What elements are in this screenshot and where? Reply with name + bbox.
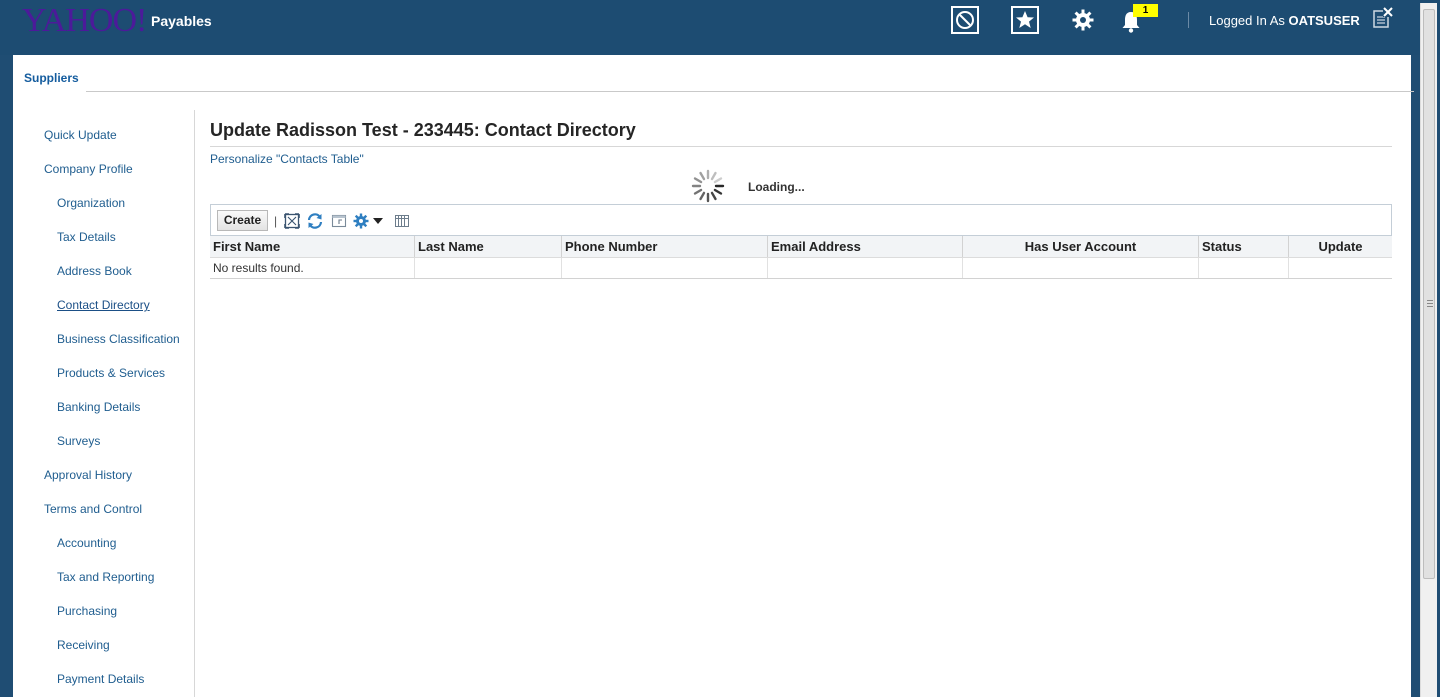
yahoo-logo: YAHOO! <box>22 2 147 39</box>
table-header: First Name Last Name Phone Number Email … <box>210 236 1392 258</box>
refresh-icon[interactable] <box>306 212 324 230</box>
header-divider <box>1188 12 1189 28</box>
favorites-star-icon[interactable] <box>1011 6 1039 34</box>
nav-item-payment-details[interactable]: Payment Details <box>57 672 144 686</box>
column-header-last-name[interactable]: Last Name <box>415 236 562 257</box>
tab-divider <box>86 91 1414 92</box>
table-cell <box>963 258 1199 278</box>
username: OATSUSER <box>1288 13 1360 28</box>
nav-item-contact-directory[interactable]: Contact Directory <box>57 298 150 312</box>
nav-item-approval-history[interactable]: Approval History <box>44 468 132 482</box>
nav-item-address-book[interactable]: Address Book <box>57 264 132 278</box>
column-header-first-name[interactable]: First Name <box>210 236 415 257</box>
nav-item-receiving[interactable]: Receiving <box>57 638 110 652</box>
personalize-link[interactable]: Personalize "Contacts Table" <box>210 152 364 166</box>
spinner-spoke <box>710 191 717 201</box>
vertical-scrollbar[interactable] <box>1420 3 1437 697</box>
app-name: Payables <box>151 13 212 29</box>
nav-item-terms-and-control[interactable]: Terms and Control <box>44 502 142 516</box>
chevron-down-icon[interactable] <box>372 215 384 227</box>
tab-suppliers[interactable]: Suppliers <box>24 71 79 85</box>
view-columns-icon[interactable] <box>393 212 411 230</box>
signout-icon[interactable] <box>1369 4 1397 32</box>
nav-item-accounting[interactable]: Accounting <box>57 536 116 550</box>
empty-message: No results found. <box>210 258 415 278</box>
spinner-spoke <box>710 171 717 181</box>
column-header-update[interactable]: Update <box>1289 236 1392 257</box>
spinner-spoke <box>699 191 706 201</box>
nav-item-surveys[interactable]: Surveys <box>57 434 100 448</box>
app-header: YAHOO! Payables 1 Logged In As OATSUSER <box>0 0 1440 55</box>
spinner-spoke <box>713 188 723 195</box>
nav-item-banking-details[interactable]: Banking Details <box>57 400 140 414</box>
nav-item-company-profile[interactable]: Company Profile <box>44 162 133 176</box>
scrollbar-thumb[interactable] <box>1423 9 1435 579</box>
nav-item-purchasing[interactable]: Purchasing <box>57 604 117 618</box>
notification-count-badge[interactable]: 1 <box>1133 4 1158 17</box>
column-header-has-user-account[interactable]: Has User Account <box>963 236 1199 257</box>
nav-item-organization[interactable]: Organization <box>57 196 125 210</box>
table-cell <box>562 258 768 278</box>
nav-item-tax-and-reporting[interactable]: Tax and Reporting <box>57 570 154 584</box>
nav-item-quick-update[interactable]: Quick Update <box>44 128 117 142</box>
create-button[interactable]: Create <box>217 210 268 231</box>
logged-in-label: Logged In As OATSUSER <box>1209 13 1360 28</box>
title-divider <box>210 146 1392 147</box>
table-cell <box>415 258 562 278</box>
column-header-email-address[interactable]: Email Address <box>768 236 963 257</box>
contacts-table: First Name Last Name Phone Number Email … <box>210 236 1392 279</box>
compass-icon[interactable] <box>951 6 979 34</box>
table-cell <box>1289 258 1392 278</box>
export-icon[interactable] <box>330 212 348 230</box>
spinner-spoke <box>693 177 703 184</box>
nav-item-tax-details[interactable]: Tax Details <box>57 230 116 244</box>
loading-label: Loading... <box>748 180 805 194</box>
nav-item-products-services[interactable]: Products & Services <box>57 366 165 380</box>
table-row: No results found. <box>210 258 1392 279</box>
column-header-status[interactable]: Status <box>1199 236 1289 257</box>
loading-spinner-icon <box>691 169 725 203</box>
spinner-spoke <box>699 171 706 181</box>
settings-icon[interactable] <box>352 212 370 230</box>
scrollbar-grip-icon <box>1427 300 1433 307</box>
settings-gear-icon[interactable] <box>1069 6 1097 34</box>
toolbar-separator: | <box>274 214 278 228</box>
table-toolbar: Create | <box>210 204 1392 236</box>
logged-in-prefix: Logged In As <box>1209 13 1285 28</box>
spinner-spoke <box>713 177 723 184</box>
column-header-phone-number[interactable]: Phone Number <box>562 236 768 257</box>
detach-icon[interactable] <box>283 212 301 230</box>
nav-item-business-classification[interactable]: Business Classification <box>57 332 180 346</box>
table-cell <box>1199 258 1289 278</box>
spinner-spoke <box>693 188 703 195</box>
table-cell <box>768 258 963 278</box>
page-title: Update Radisson Test - 233445: Contact D… <box>210 120 636 140</box>
